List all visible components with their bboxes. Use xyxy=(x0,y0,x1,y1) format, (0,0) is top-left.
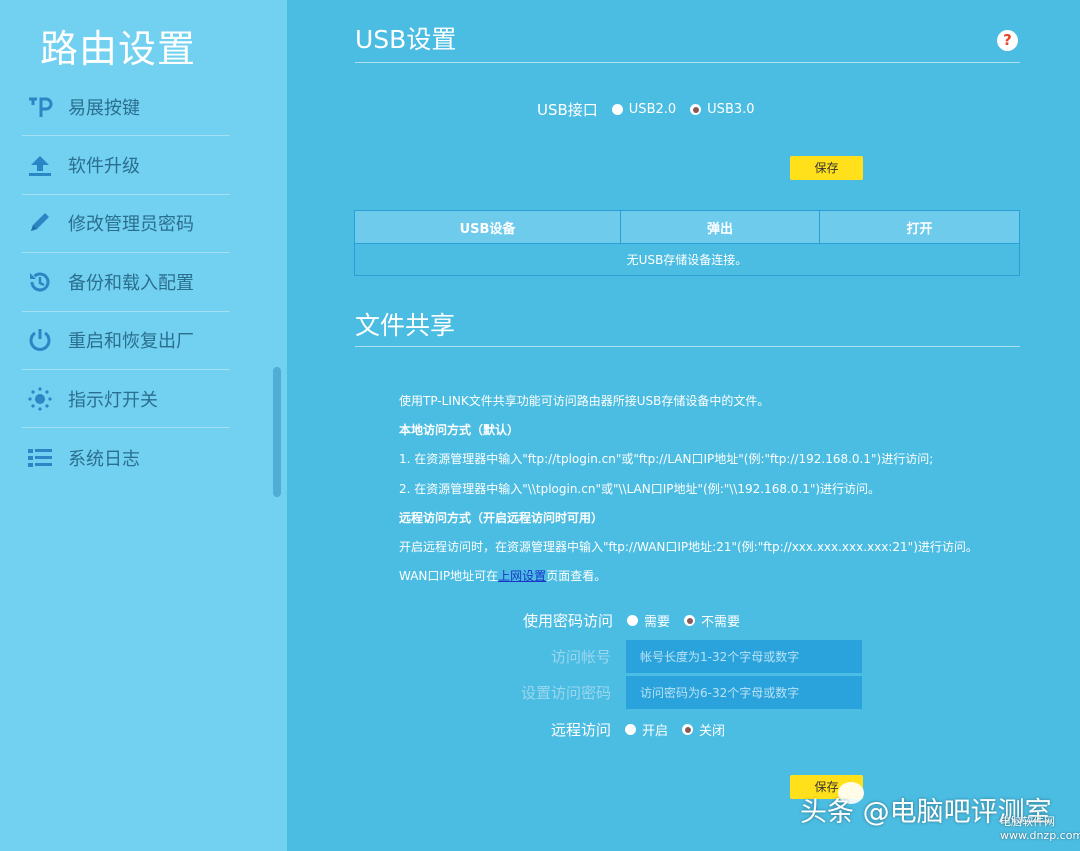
table-header: USB设备 弹出 打开 xyxy=(355,211,1019,243)
sidebar-item-system-log[interactable]: 系统日志 xyxy=(22,428,230,486)
radio-dot xyxy=(625,724,637,735)
remote-access-heading: 远程访问方式（开启远程访问时可用） xyxy=(399,511,604,525)
col-open: 打开 xyxy=(906,221,933,237)
sidebar-item-label: 修改管理员密码 xyxy=(68,214,194,236)
local-access-heading: 本地访问方式（默认） xyxy=(399,423,520,437)
usb2-radio[interactable]: USB2.0 xyxy=(611,102,677,117)
main-panel: USB设置 ? USB接口 USB2.0 USB3.0 保存 USB设备 弹出 … xyxy=(287,0,1080,851)
password-not-required-label: 不需要 xyxy=(701,615,741,630)
usb2-label: USB2.0 xyxy=(628,102,677,117)
sidebar-title: 路由设置 xyxy=(40,27,197,71)
share-intro: 使用TP-LINK文件共享功能可访问路由器所接USB存储设备中的文件。 xyxy=(399,394,770,408)
sidebar-item-easy-button[interactable]: 易展按键 xyxy=(22,78,230,137)
sidebar-item-label: 软件升级 xyxy=(68,156,140,178)
remote-access-step: 开启远程访问时，在资源管理器中输入"ftp://WAN口IP地址:21"(例:"… xyxy=(399,540,978,554)
remote-on-label: 开启 xyxy=(642,724,669,739)
divider xyxy=(355,62,1020,63)
usb-save-button[interactable]: 保存 xyxy=(790,156,863,180)
col-eject: 弹出 xyxy=(621,211,820,243)
sidebar-item-label: 备份和载入配置 xyxy=(68,272,194,294)
sidebar-item-backup-restore[interactable]: 备份和载入配置 xyxy=(22,253,230,312)
account-input[interactable] xyxy=(626,640,862,673)
password-access-row: 使用密码访问 需要 不需要 xyxy=(523,610,740,631)
watermark-site-url: www.dnzp.com xyxy=(1000,829,1080,842)
remote-off-radio[interactable]: 关闭 xyxy=(682,720,725,739)
sidebar-item-label: 指示灯开关 xyxy=(68,389,158,411)
pencil-icon xyxy=(24,209,56,237)
local-access-step-1: 1. 在资源管理器中输入"ftp://tplogin.cn"或"ftp://LA… xyxy=(399,452,934,466)
password-required-label: 需要 xyxy=(644,615,671,630)
account-label: 访问帐号 xyxy=(551,648,612,666)
sidebar-item-led-switch[interactable]: 指示灯开关 xyxy=(22,370,230,429)
usb-port-label: USB接口 xyxy=(537,101,598,119)
sidebar-scrollbar[interactable] xyxy=(273,367,281,497)
internet-settings-link[interactable]: 上网设置 xyxy=(498,569,546,583)
list-icon xyxy=(24,444,56,472)
wan-note-prefix: WAN口IP地址可在 xyxy=(399,569,499,583)
table-empty-row: 无USB存储设备连接。 xyxy=(355,243,1019,275)
sidebar-item-reboot-reset[interactable]: 重启和恢复出厂 xyxy=(22,312,230,370)
usb-device-table: USB设备 弹出 打开 无USB存储设备连接。 xyxy=(354,210,1020,276)
history-icon xyxy=(24,268,56,296)
share-section-title: 文件共享 xyxy=(355,311,456,340)
light-icon xyxy=(24,385,56,413)
tp-icon xyxy=(24,93,56,121)
password-row: 设置访问密码 xyxy=(521,676,862,709)
col-usb-device: USB设备 xyxy=(355,211,621,243)
radio-dot-selected xyxy=(684,615,696,626)
sidebar: 路由设置 易展按键 软件升级 修改管理员密码 备份和载入配置 重启和恢复出厂 指… xyxy=(0,0,287,851)
sidebar-menu: 易展按键 软件升级 修改管理员密码 备份和载入配置 重启和恢复出厂 指示灯开关 … xyxy=(22,78,230,487)
divider xyxy=(355,346,1020,347)
password-input[interactable] xyxy=(626,676,862,709)
radio-dot-selected xyxy=(690,104,702,115)
sidebar-item-firmware-upgrade[interactable]: 软件升级 xyxy=(22,136,230,195)
usb3-radio[interactable]: USB3.0 xyxy=(690,102,755,117)
wan-ip-note: WAN口IP地址可在上网设置页面查看。 xyxy=(399,567,606,584)
usb-section-title: USB设置 xyxy=(355,25,457,54)
watermark-site: 电脑软件网 www.dnzp.com xyxy=(1000,815,1080,843)
radio-dot xyxy=(611,104,623,115)
radio-dot-selected xyxy=(682,724,694,735)
local-access-step-2: 2. 在资源管理器中输入"\\tplogin.cn"或"\\LAN口IP地址"(… xyxy=(399,482,881,496)
remote-on-radio[interactable]: 开启 xyxy=(625,720,668,739)
watermark-site-name: 电脑软件网 xyxy=(1000,815,1055,828)
wan-note-suffix: 页面查看。 xyxy=(546,569,607,583)
remote-access-row: 远程访问 开启 关闭 xyxy=(551,719,725,740)
sidebar-item-change-admin-password[interactable]: 修改管理员密码 xyxy=(22,195,230,254)
power-icon xyxy=(24,326,56,354)
password-label: 设置访问密码 xyxy=(521,684,612,702)
upload-icon xyxy=(24,151,56,179)
sidebar-item-label: 系统日志 xyxy=(68,448,140,470)
sidebar-item-label: 重启和恢复出厂 xyxy=(68,331,194,353)
password-access-label: 使用密码访问 xyxy=(523,612,614,630)
usb-port-row: USB接口 USB2.0 USB3.0 xyxy=(537,99,755,120)
remote-access-label: 远程访问 xyxy=(551,721,612,739)
password-not-required-radio[interactable]: 不需要 xyxy=(684,611,740,630)
password-required-radio[interactable]: 需要 xyxy=(627,611,670,630)
sidebar-item-label: 易展按键 xyxy=(68,97,140,119)
help-icon[interactable]: ? xyxy=(997,30,1018,51)
radio-dot xyxy=(627,615,639,626)
remote-off-label: 关闭 xyxy=(699,724,726,739)
usb3-label: USB3.0 xyxy=(707,102,755,117)
account-row: 访问帐号 xyxy=(551,640,862,673)
